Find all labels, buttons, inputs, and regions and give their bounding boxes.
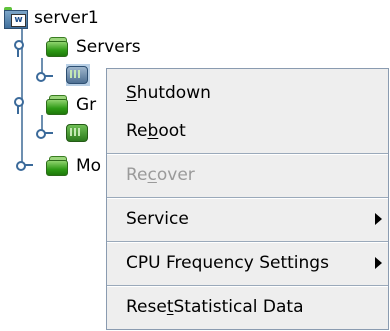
menu-item-label: CPU Frequency Settings	[126, 253, 329, 273]
folder-icon	[46, 37, 68, 57]
menu-separator	[107, 285, 388, 287]
menu-item-label: Rese	[126, 297, 167, 317]
menu-item-recover: Re c over	[107, 156, 388, 194]
server-node-icon	[66, 64, 90, 86]
screen: w server1 Servers Gr Mo S hutdown Re b o…	[0, 0, 390, 331]
menu-item-mnemonic: c	[147, 165, 157, 185]
menu-item-service[interactable]: Service	[107, 200, 388, 238]
context-menu: Shutdown Re b oot Re c over Service CPU Freq…	[106, 68, 389, 330]
menu-item-label: Service	[126, 209, 189, 229]
menu-item-label: Statistical Data	[173, 297, 304, 317]
server-icon: w	[4, 7, 28, 29]
tree-node-server1[interactable]: w server1	[4, 6, 99, 30]
tree-node-servers[interactable]: Servers	[46, 35, 141, 59]
tree-node-label: Mo	[76, 156, 102, 176]
tree-node-label: server1	[34, 8, 99, 28]
menu-separator	[107, 153, 388, 155]
collapse-handle-icon[interactable]	[14, 97, 32, 114]
folder-icon	[46, 156, 68, 176]
menu-item-mnemonic: b	[147, 121, 159, 141]
submenu-arrow-icon	[375, 213, 382, 225]
menu-item-mnemonic: S	[126, 83, 137, 103]
menu-item-label: over	[156, 165, 195, 185]
menu-separator	[107, 197, 388, 199]
tree-node-monitors[interactable]: Mo	[46, 154, 101, 178]
expand-handle-icon[interactable]	[36, 129, 54, 139]
menu-item-label: Re	[126, 165, 148, 185]
submenu-arrow-icon	[375, 257, 382, 269]
tree-node-label: Servers	[76, 37, 141, 57]
node-icon	[66, 122, 88, 142]
expand-handle-icon[interactable]	[16, 161, 34, 171]
menu-item-mnemonic: t	[166, 297, 174, 317]
collapse-handle-icon[interactable]	[14, 40, 32, 57]
tree-node-label: Gr	[76, 95, 97, 115]
menu-item-label: Re	[126, 121, 148, 141]
menu-item-label: hutdown	[136, 83, 211, 103]
folder-icon	[46, 95, 68, 115]
menu-item-shutdown[interactable]: Shutdown	[107, 74, 388, 112]
tree-node-server-host[interactable]	[66, 63, 90, 87]
menu-item-cpu-frequency-settings[interactable]: CPU Frequency Settings	[107, 244, 388, 282]
tree-node-group-child[interactable]	[66, 120, 88, 144]
menu-item-reboot[interactable]: Re b oot	[107, 112, 388, 150]
menu-item-label: oot	[158, 121, 186, 141]
menu-separator	[107, 241, 388, 243]
expand-handle-icon[interactable]	[36, 72, 54, 82]
menu-item-reset-statistical-data[interactable]: Rese t Statistical Data	[107, 288, 388, 326]
server-tag-letter: w	[11, 14, 26, 27]
tree-node-groups[interactable]: Gr	[46, 93, 96, 117]
